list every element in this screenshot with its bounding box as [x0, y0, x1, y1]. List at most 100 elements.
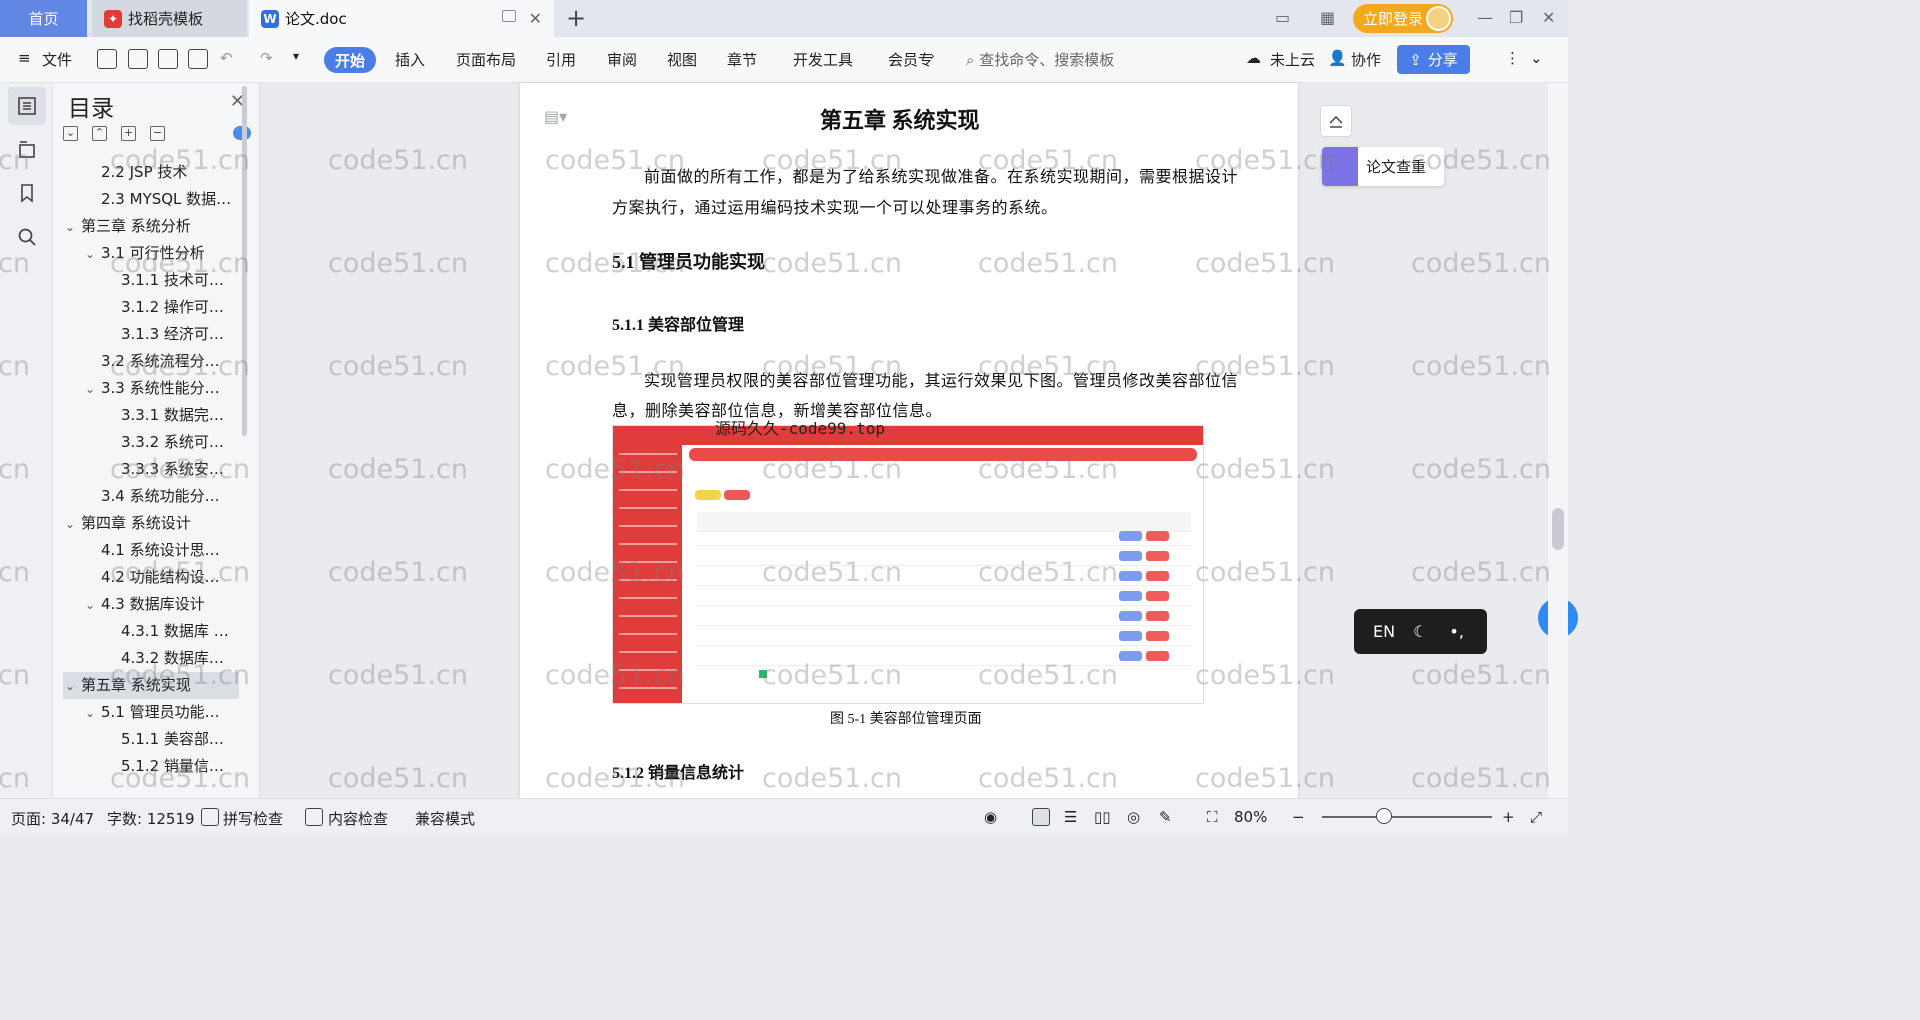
search-command-input[interactable]: ⌕ 查找命令、搜索模板	[966, 49, 1114, 70]
toc-scrollbar[interactable]	[242, 86, 247, 436]
chevron-down-icon[interactable]: ▾	[293, 49, 299, 63]
chevron-down-icon[interactable]: ⌄	[85, 376, 101, 403]
minimize-icon[interactable]: —	[1477, 8, 1493, 27]
chevron-down-icon[interactable]: ⌄	[85, 241, 101, 268]
collapse-ribbon-icon[interactable]: ⌄	[1530, 49, 1543, 67]
outline-view-icon[interactable]: ☰	[1064, 808, 1077, 826]
zoom-slider-knob[interactable]	[1376, 808, 1392, 824]
more-options-icon[interactable]: ⋮	[1505, 49, 1520, 67]
ime-status[interactable]: EN ☾ •,	[1354, 609, 1487, 654]
reading-view-icon[interactable]: ▯▯	[1094, 808, 1111, 826]
tab-daoke-template[interactable]: ✦ 找稻壳模板	[92, 0, 247, 37]
export-icon[interactable]	[128, 49, 148, 69]
toc-item[interactable]: 3.4 系统功能分…	[53, 483, 243, 510]
restore-icon[interactable]: ❐	[1509, 8, 1523, 27]
zoom-out-icon[interactable]: −	[1292, 808, 1305, 826]
toc-item[interactable]: 4.3.2 数据库…	[53, 645, 243, 672]
menu-member[interactable]: 会员专	[888, 49, 933, 70]
undo-icon[interactable]: ↶	[220, 49, 233, 67]
layout-icon[interactable]: ▭	[1275, 8, 1290, 27]
page-menu-icon[interactable]: ▤▾	[544, 107, 567, 126]
remove-heading-icon[interactable]: −	[150, 126, 165, 141]
scroll-thumb[interactable]	[1552, 508, 1564, 550]
toc-item[interactable]: ⌄ 第四章 系统设计	[53, 510, 243, 537]
search-icon[interactable]	[8, 218, 46, 256]
toc-item[interactable]: ⌄ 第三章 系统分析	[53, 213, 243, 240]
toc-item[interactable]: ⌄ 4.3 数据库设计	[53, 591, 243, 618]
toc-item[interactable]: 2.3 MYSQL 数据…	[53, 186, 243, 213]
zoom-in-icon[interactable]: +	[1502, 808, 1515, 826]
apps-grid-icon[interactable]: ▦	[1320, 8, 1335, 27]
writing-mode-icon[interactable]: ✎	[1159, 808, 1172, 826]
vertical-scrollbar[interactable]	[1548, 83, 1568, 798]
collab-button[interactable]: 协作	[1351, 49, 1381, 70]
menu-insert[interactable]: 插入	[395, 49, 425, 70]
toc-item[interactable]: 5.1.1 美容部…	[53, 726, 243, 753]
section-nav-icon[interactable]	[8, 130, 46, 168]
print-preview-icon[interactable]	[188, 49, 208, 69]
menu-view[interactable]: 视图	[667, 49, 697, 70]
print-icon[interactable]	[158, 49, 178, 69]
toc-item[interactable]: ⌄ 3.1 可行性分析	[53, 240, 243, 267]
toc-item[interactable]: 5.1.2 销量信…	[53, 753, 243, 779]
toc-item[interactable]: 3.1.1 技术可…	[53, 267, 243, 294]
hamburger-icon[interactable]: ≡	[18, 49, 31, 67]
cloud-status[interactable]: 未上云	[1270, 49, 1315, 70]
page-view-icon[interactable]	[1032, 808, 1050, 826]
toc-item[interactable]: 3.3.2 系统可…	[53, 429, 243, 456]
tab-home[interactable]: 首页	[0, 0, 87, 37]
save-icon[interactable]	[97, 49, 117, 69]
word-count[interactable]: 字数: 12519	[107, 808, 195, 829]
fullscreen-icon[interactable]: ⤢	[1530, 808, 1542, 826]
toc-icon[interactable]	[8, 87, 46, 125]
toc-item[interactable]: ⌄ 第五章 系统实现	[63, 672, 239, 699]
zoom-level[interactable]: 80%	[1234, 808, 1267, 826]
close-tab-icon[interactable]: ✕	[529, 9, 542, 28]
page-indicator[interactable]: 页面: 34/47	[11, 808, 94, 829]
menu-chapter[interactable]: 章节	[727, 49, 757, 70]
chevron-right-icon[interactable]: ›	[930, 49, 935, 63]
menu-references[interactable]: 引用	[546, 49, 576, 70]
chevron-down-icon[interactable]: ⌄	[65, 511, 81, 538]
chevron-down-icon[interactable]: ⌄	[65, 673, 81, 700]
login-button[interactable]: 立即登录	[1353, 4, 1453, 33]
toc-item[interactable]: 4.2 功能结构设…	[53, 564, 243, 591]
chevron-down-icon[interactable]: ⌄	[65, 214, 81, 241]
share-button[interactable]: ⇪ 分享	[1397, 45, 1470, 74]
toc-item[interactable]: 4.3.1 数据库 …	[53, 618, 243, 645]
web-view-icon[interactable]: ◎	[1127, 808, 1140, 826]
menu-dev-tools[interactable]: 开发工具	[793, 49, 853, 70]
tab-document[interactable]: W 论文.doc ✕	[249, 0, 554, 37]
menu-page-layout[interactable]: 页面布局	[456, 49, 516, 70]
collapse-panel-button[interactable]	[1320, 105, 1352, 137]
collapse-all-icon[interactable]: ⌄	[63, 126, 78, 141]
redo-icon[interactable]: ↷	[260, 49, 273, 67]
close-window-icon[interactable]: ✕	[1542, 8, 1555, 27]
add-heading-icon[interactable]: +	[121, 126, 136, 141]
chevron-down-icon[interactable]: ⌄	[85, 592, 101, 619]
new-tab-button[interactable]: +	[566, 4, 586, 32]
toc-item[interactable]: 2.2 JSP 技术	[53, 159, 243, 186]
menu-start[interactable]: 开始	[324, 47, 376, 73]
toc-item[interactable]: ⌄ 3.3 系统性能分…	[53, 375, 243, 402]
paper-check-button[interactable]: 论文查重	[1322, 147, 1444, 186]
bookmark-icon[interactable]	[8, 174, 46, 212]
window-pin-icon[interactable]	[502, 10, 516, 22]
file-menu[interactable]: 文件	[42, 49, 72, 70]
toc-item[interactable]: 3.1.2 操作可…	[53, 294, 243, 321]
expand-up-icon[interactable]: ⌃	[92, 126, 107, 141]
fit-page-icon[interactable]: ⛶	[1207, 808, 1218, 826]
zoom-slider[interactable]	[1322, 816, 1492, 818]
toc-item[interactable]: 4.1 系统设计思…	[53, 537, 243, 564]
toc-item[interactable]: 3.3.1 数据完…	[53, 402, 243, 429]
chevron-down-icon[interactable]: ⌄	[85, 700, 101, 727]
toc-item[interactable]: 3.1.3 经济可…	[53, 321, 243, 348]
spell-check-button[interactable]: 拼写检查	[223, 808, 283, 829]
toc-item[interactable]: 3.3.3 系统安…	[53, 456, 243, 483]
menu-review[interactable]: 审阅	[607, 49, 637, 70]
document-page[interactable]: ▤▾ 第五章 系统实现 前面做的所有工作，都是为了给系统实现做准备。在系统实现期…	[520, 83, 1298, 798]
content-check-button[interactable]: 内容检查	[328, 808, 388, 829]
eye-protection-icon[interactable]: ◉	[984, 808, 997, 826]
toc-item[interactable]: 3.2 系统流程分…	[53, 348, 243, 375]
toc-item[interactable]: ⌄ 5.1 管理员功能…	[53, 699, 243, 726]
